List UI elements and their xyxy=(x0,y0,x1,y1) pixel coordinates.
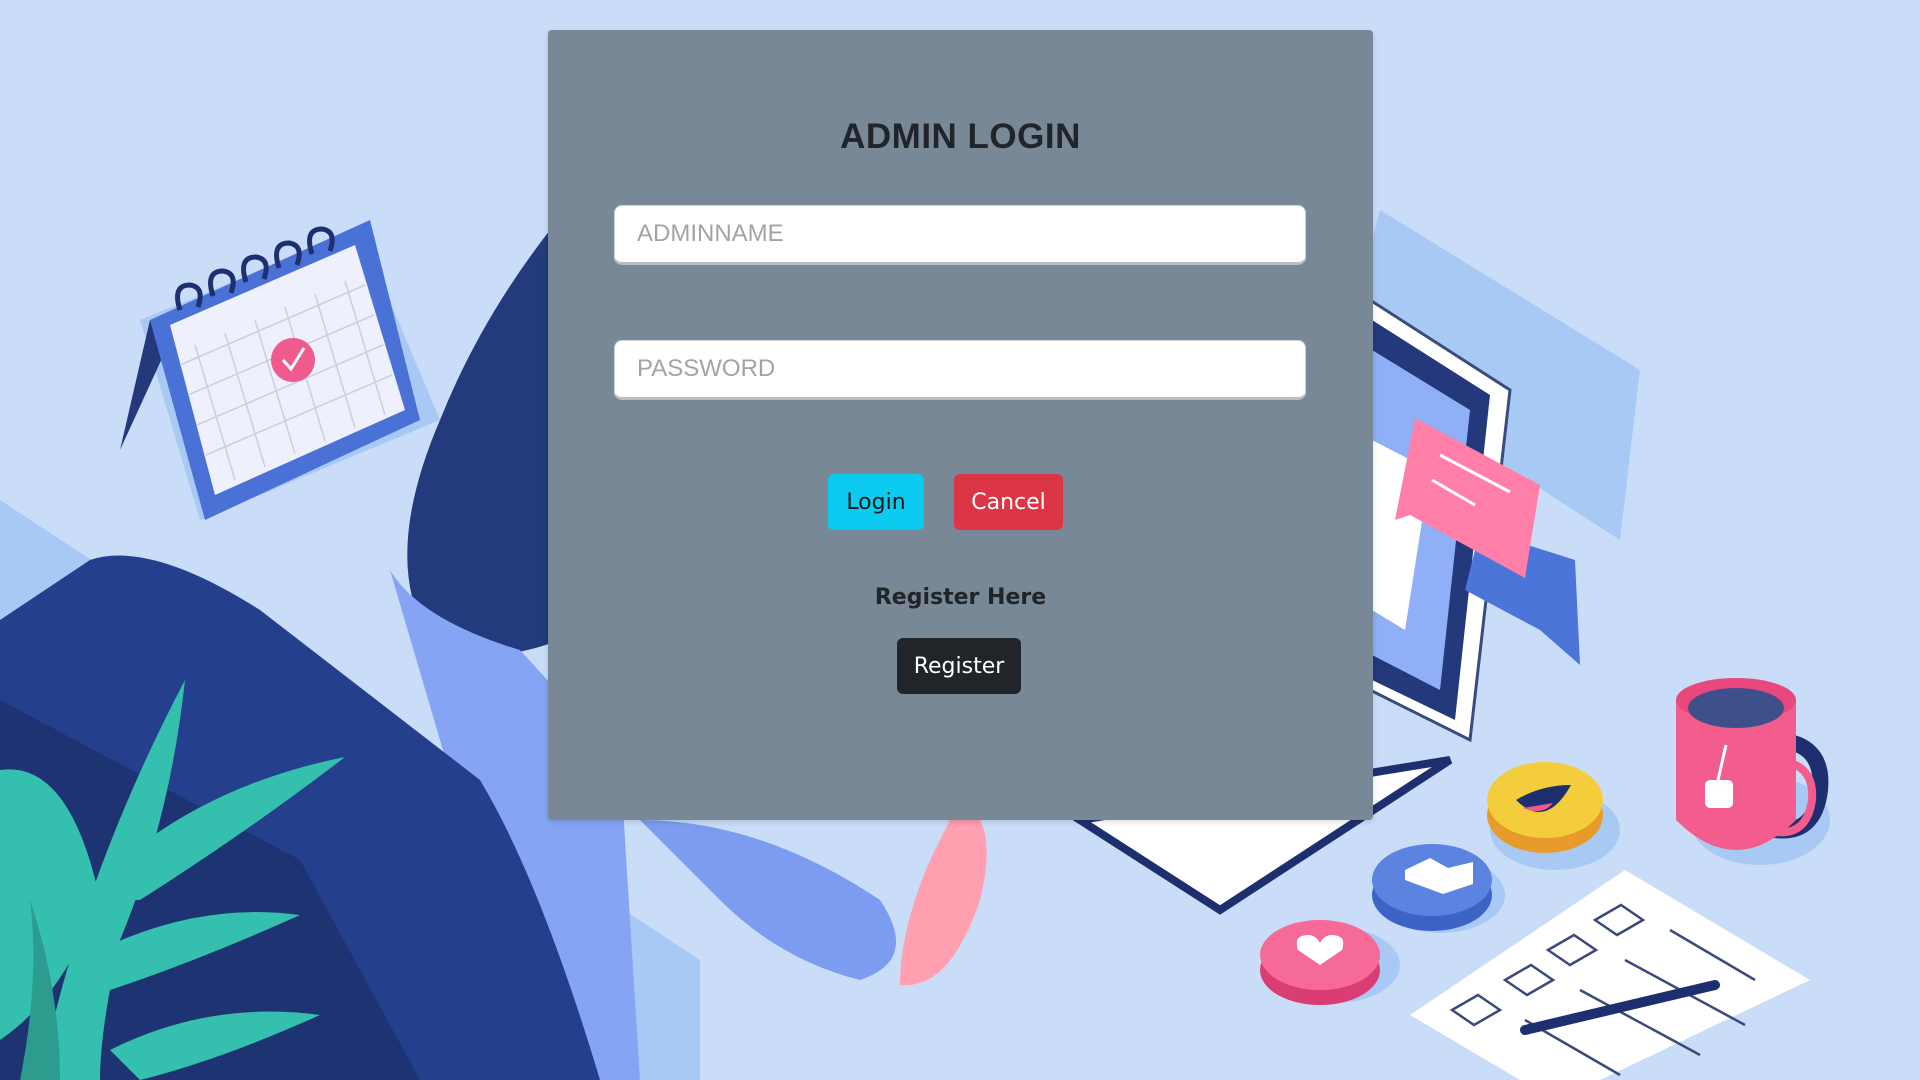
register-button[interactable]: Register xyxy=(897,638,1021,694)
cancel-button[interactable]: Cancel xyxy=(954,474,1063,530)
login-panel: ADMIN LOGIN Login Cancel Register Here R… xyxy=(548,30,1373,820)
page-title: ADMIN LOGIN xyxy=(840,117,1081,156)
password-input[interactable] xyxy=(614,340,1306,400)
thumbs-up-icon xyxy=(1372,844,1505,933)
login-button[interactable]: Login xyxy=(828,474,924,530)
register-prompt: Register Here xyxy=(874,585,1047,610)
heart-icon xyxy=(1260,920,1400,1005)
calendar-icon xyxy=(120,220,440,520)
mug-icon xyxy=(1676,678,1830,865)
laughing-emoji-icon xyxy=(1487,762,1620,870)
adminname-input[interactable] xyxy=(614,205,1306,265)
